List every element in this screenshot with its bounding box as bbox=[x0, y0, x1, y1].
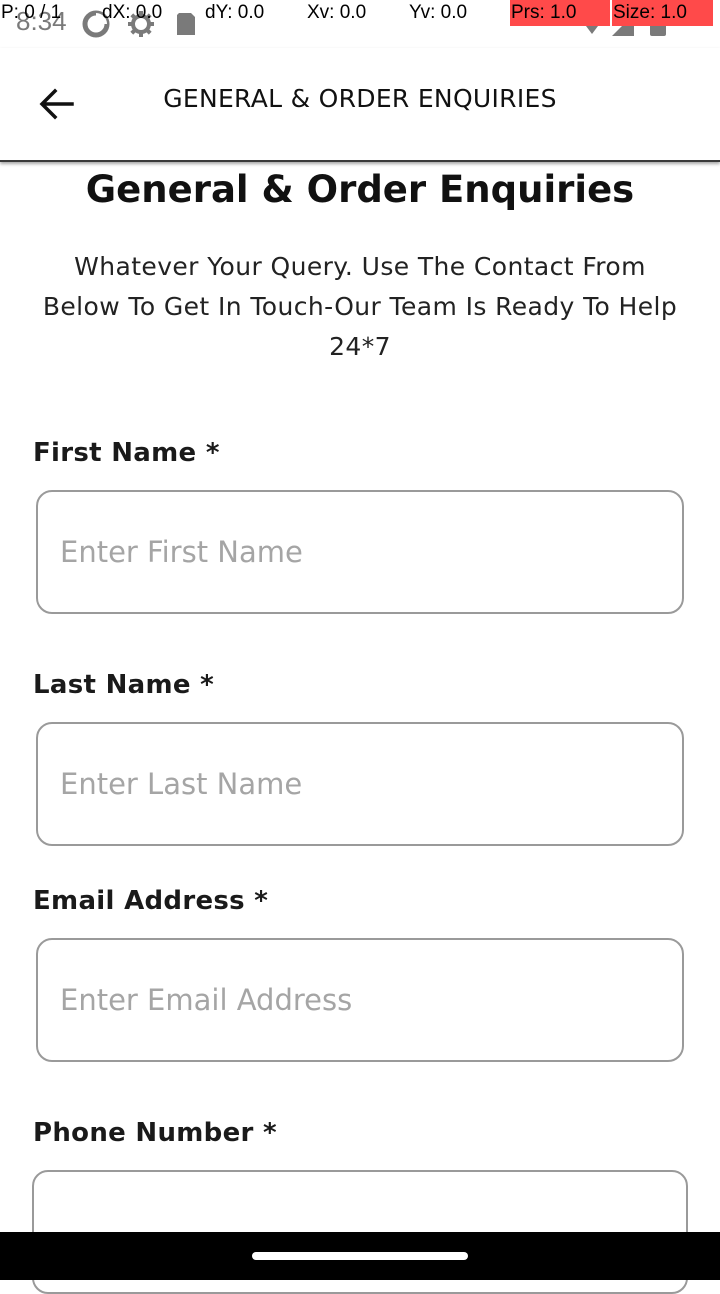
status-bar: 8:34 P: 0 / 1 dX: 0.0 dY: 0.0 Xv: 0.0 Yv… bbox=[0, 0, 720, 48]
page-title: General & Order Enquiries bbox=[85, 168, 635, 211]
phone-label: Phone Number * bbox=[33, 1118, 277, 1148]
overlay-yv: Yv: 0.0 bbox=[409, 2, 468, 23]
overlay-xv: Xv: 0.0 bbox=[307, 2, 367, 23]
email-label: Email Address * bbox=[33, 886, 269, 916]
last-name-label: Last Name * bbox=[33, 670, 215, 700]
home-gesture-handle[interactable] bbox=[252, 1252, 468, 1260]
first-name-label: First Name * bbox=[33, 438, 220, 468]
overlay-pressure: Prs: 1.0 bbox=[511, 2, 577, 23]
pointer-location-overlay: P: 0 / 1 dX: 0.0 dY: 0.0 Xv: 0.0 Yv: 0.0… bbox=[0, 0, 720, 26]
last-name-field[interactable] bbox=[36, 722, 684, 846]
first-name-field[interactable] bbox=[36, 490, 684, 614]
intro-text: Whatever Your Query. Use The Contact Fro… bbox=[42, 252, 678, 361]
email-field[interactable] bbox=[36, 938, 684, 1062]
overlay-dx: dX: 0.0 bbox=[102, 2, 163, 23]
overlay-size: Size: 1.0 bbox=[613, 2, 687, 23]
overlay-pointer: P: 0 / 1 bbox=[1, 2, 62, 23]
app-bar-title: GENERAL & ORDER ENQUIRIES bbox=[163, 84, 557, 113]
app-bar: GENERAL & ORDER ENQUIRIES bbox=[0, 48, 720, 162]
overlay-dy: dY: 0.0 bbox=[205, 2, 265, 23]
navigation-bar bbox=[0, 1232, 720, 1280]
enquiry-form-page: General & Order Enquiries Whatever Your … bbox=[0, 162, 720, 367]
